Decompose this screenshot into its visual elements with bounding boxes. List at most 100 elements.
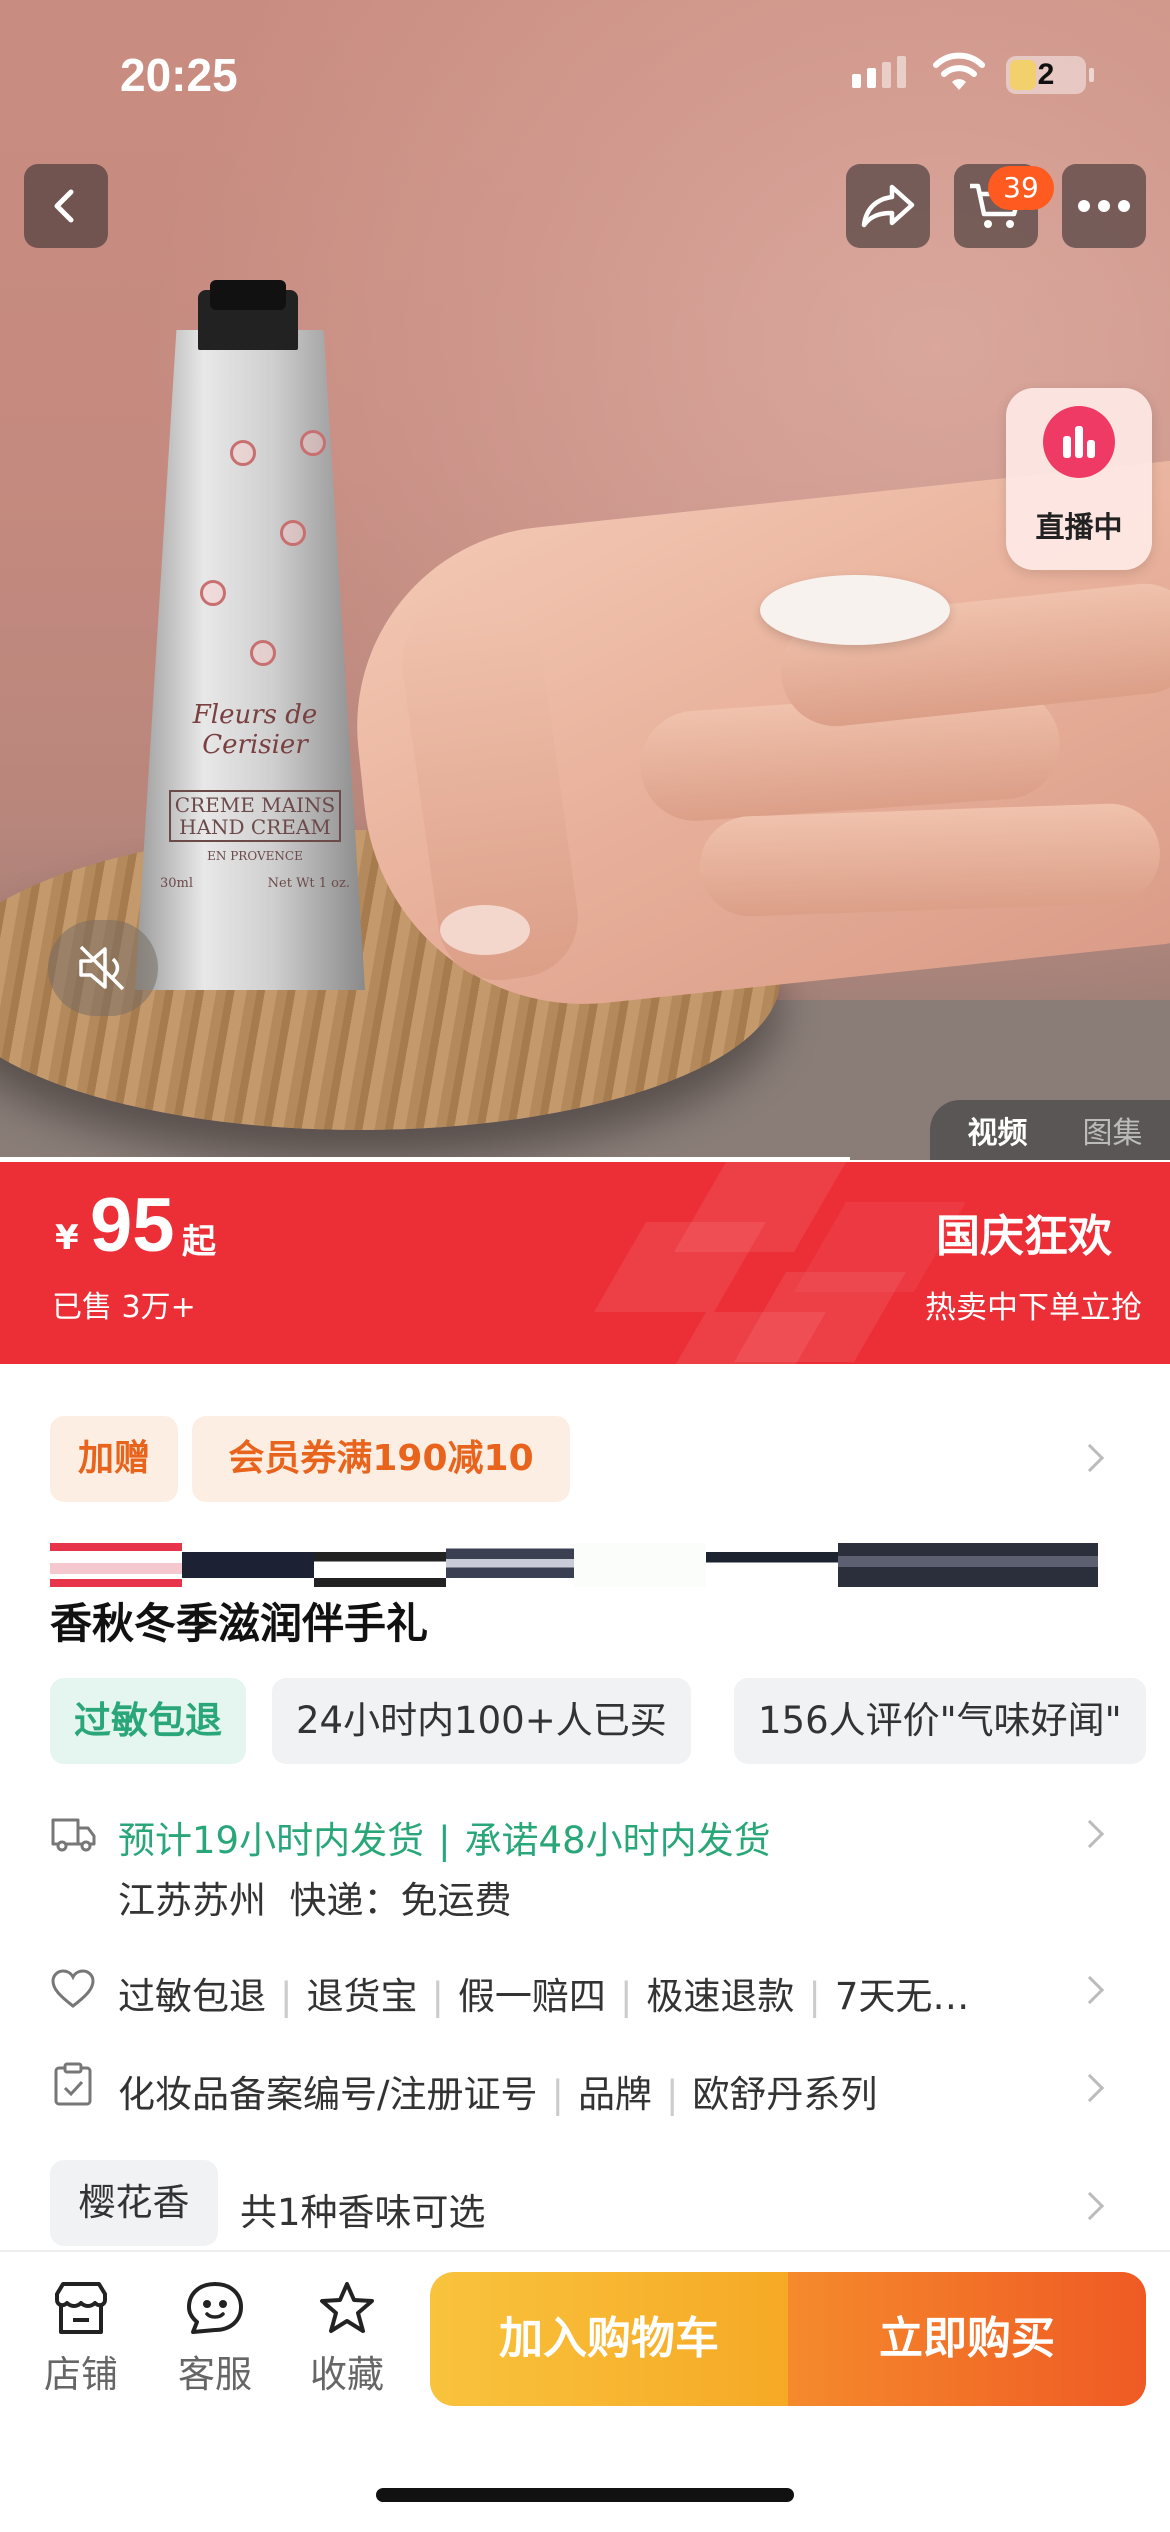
chevron-right-icon[interactable] [1075, 1443, 1105, 1473]
tube-cap-top [210, 280, 286, 310]
params-row[interactable]: 化妆品备案编号/注册证号 | 品牌 | 欧舒丹系列 [118, 2064, 877, 2118]
sold-count: 已售 3万+ [52, 1290, 196, 1325]
gift-tag[interactable]: 加赠 [50, 1416, 178, 1502]
more-icon [1078, 200, 1130, 212]
live-icon [1043, 406, 1115, 478]
price-currency: ¥ [55, 1218, 79, 1258]
flower-print [280, 520, 306, 546]
shop-icon [55, 2282, 107, 2334]
product-video[interactable]: Fleurs de Cerisier CREME MAINS HAND CREAM… [0, 0, 1170, 1160]
flower-print [200, 580, 226, 606]
shop-label: 店铺 [44, 2353, 118, 2396]
buy-now-button[interactable]: 立即购买 [788, 2272, 1146, 2406]
tab-video[interactable]: 视频 [968, 1108, 1028, 1152]
tube-label-line: CREME MAINS [174, 793, 336, 817]
product-title: 香秋冬季滋润伴手礼 [50, 1599, 429, 1648]
param-item: 化妆品备案编号/注册证号 [118, 2073, 538, 2116]
tab-gallery[interactable]: 图集 [1083, 1108, 1143, 1152]
param-item: 品牌 [577, 2073, 652, 2116]
banner-decoration [674, 1162, 846, 1252]
speaker-muted-icon [79, 945, 125, 991]
chevron-left-icon [54, 189, 74, 223]
service-item: 假一赔四 [457, 1975, 606, 2018]
customer-service-label: 客服 [178, 2353, 252, 2396]
live-stream-button[interactable]: 直播中 [1006, 388, 1152, 570]
service-item: 退货宝 [306, 1975, 418, 2018]
star-icon [320, 2282, 374, 2333]
highlight-recent-buyers[interactable]: 24小时内100+人已买 [272, 1678, 691, 1764]
live-label: 直播中 [1035, 510, 1123, 544]
more-button[interactable] [1062, 164, 1146, 248]
heart-shield-icon [51, 1969, 95, 2008]
wifi-icon [933, 52, 985, 90]
bottom-bar-divider [0, 2250, 1170, 2252]
shipping-origin: 江苏苏州 [118, 1879, 266, 1922]
tube-label-line: EN PROVENCE [207, 849, 303, 863]
scent-options-count[interactable]: 共1种香味可选 [240, 2182, 486, 2236]
chevron-right-icon[interactable] [1075, 1975, 1105, 2005]
flower-print [230, 440, 256, 466]
truck-icon [51, 1818, 96, 1852]
service-item: 7天无… [834, 1975, 970, 2018]
flower-print [300, 430, 326, 456]
shop-button[interactable]: 店铺 [26, 2280, 136, 2398]
redacted-title-segment [706, 1543, 838, 1587]
fingernail [440, 905, 530, 955]
battery-tip [1089, 68, 1094, 82]
flower-print [250, 640, 276, 666]
chevron-right-icon[interactable] [1075, 2191, 1105, 2221]
scent-option-tag[interactable]: 樱花香 [50, 2160, 218, 2246]
cart-count-badge: 39 [988, 166, 1054, 210]
price-value: 95 [90, 1183, 175, 1268]
share-button[interactable] [846, 164, 930, 248]
battery-icon: 2 [1006, 56, 1086, 94]
share-icon [861, 184, 915, 228]
redacted-title-segment [50, 1543, 182, 1587]
mute-button[interactable] [48, 920, 158, 1016]
finger [698, 802, 1162, 918]
tube-label: CREME MAINS HAND CREAM EN PROVENCE 30ml N… [150, 790, 360, 895]
redacted-title-segment [574, 1543, 706, 1587]
promo-title: 国庆狂欢 [936, 1211, 1112, 1262]
price-banner: ¥ 95 起 已售 3万+ 国庆狂欢 热卖中下单立抢 [0, 1162, 1170, 1364]
service-item: 极速退款 [646, 1975, 795, 2018]
services-row[interactable]: 过敏包退 | 退货宝 | 假一赔四 | 极速退款 | 7天无… [118, 1966, 969, 2020]
shipping-estimate-row: 预计19小时内发货 | 承诺48小时内发货 [118, 1819, 771, 1862]
coupon-tag[interactable]: 会员券满190减10 [192, 1416, 570, 1502]
redacted-title-segment [314, 1543, 446, 1587]
battery-level: 2 [1037, 58, 1055, 91]
favorite-button[interactable]: 收藏 [292, 2280, 402, 2398]
service-item: 过敏包退 [118, 1975, 266, 2018]
favorite-label: 收藏 [310, 2353, 384, 2396]
cream-dollop [760, 575, 950, 645]
tube-label-line: HAND CREAM [179, 815, 331, 839]
add-to-cart-button[interactable]: 加入购物车 [430, 2272, 788, 2406]
status-time: 20:25 [120, 49, 238, 101]
tube-size-right: Net Wt 1 oz. [267, 876, 350, 891]
media-tab-switch: 视频 图集 [930, 1100, 1170, 1160]
tube-size-left: 30ml [160, 876, 194, 891]
signal-icon [852, 56, 906, 88]
highlight-allergy-return[interactable]: 过敏包退 [50, 1678, 246, 1764]
shipping-delivery: 快递：免运费 [289, 1879, 512, 1922]
promo-subtitle: 热卖中下单立抢 [925, 1290, 1142, 1326]
price-suffix: 起 [182, 1222, 216, 1262]
chevron-right-icon[interactable] [1075, 1819, 1105, 1849]
redacted-title-segment [446, 1543, 574, 1587]
tube-brand-script: Fleurs de Cerisier [192, 700, 318, 760]
shipping-origin-row: 江苏苏州 快递：免运费 [118, 1870, 512, 1924]
customer-service-button[interactable]: 客服 [160, 2280, 270, 2398]
banner-decoration [654, 1312, 826, 1364]
back-button[interactable] [24, 164, 108, 248]
shipping-estimate: 预计19小时内发货 [118, 1819, 425, 1862]
chevron-right-icon[interactable] [1075, 2073, 1105, 2103]
chat-face-icon [187, 2282, 243, 2334]
redacted-title-segment [838, 1543, 1098, 1587]
clipboard-icon [54, 2062, 92, 2106]
video-progress-bar[interactable] [0, 1157, 850, 1160]
param-item: 欧舒丹系列 [692, 2073, 878, 2116]
highlight-review[interactable]: 156人评价"气味好闻" [734, 1678, 1146, 1764]
redacted-title-segment [182, 1543, 314, 1587]
home-indicator [376, 2488, 794, 2502]
shipping-promise: 承诺48小时内发货 [464, 1819, 771, 1862]
